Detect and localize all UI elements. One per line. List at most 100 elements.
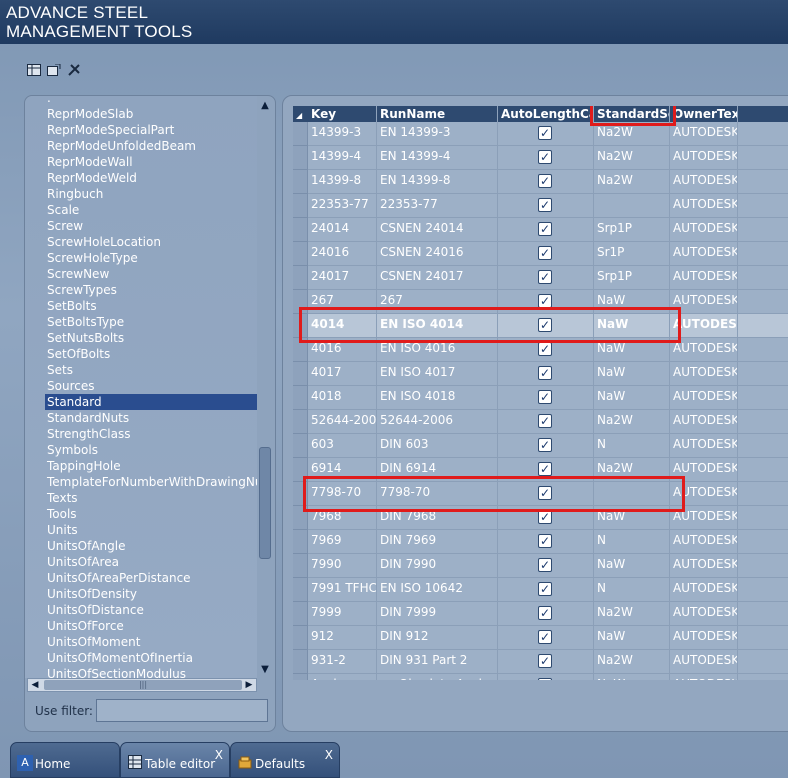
autolengthcalc-cell[interactable]: ✓ xyxy=(498,410,594,434)
checkbox[interactable]: ✓ xyxy=(538,198,552,212)
key-cell[interactable]: 14399-3 xyxy=(308,122,377,146)
autolengthcalc-cell[interactable]: ✓ xyxy=(498,218,594,242)
row-header[interactable] xyxy=(293,554,308,578)
checkbox[interactable]: ✓ xyxy=(538,342,552,356)
checkbox[interactable]: ✓ xyxy=(538,606,552,620)
table-row[interactable]: 24014 CSNEN 24014 ✓ Srp1P AUTODESK xyxy=(293,218,788,242)
set-cell[interactable]: Srp1P xyxy=(594,266,670,290)
sidebar-item[interactable]: SetBolts xyxy=(45,298,257,314)
owner-cell[interactable]: AUTODESK xyxy=(670,170,738,194)
checkbox[interactable]: ✓ xyxy=(538,678,552,680)
run-cell[interactable]: DIN 931 Part 2 xyxy=(377,650,498,674)
autolengthcalc-cell[interactable]: ✓ xyxy=(498,386,594,410)
run-cell[interactable]: zzzObsolete Anchor xyxy=(377,674,498,680)
sidebar-item[interactable]: UnitsOfDistance xyxy=(45,602,257,618)
sidebar-item[interactable]: Units xyxy=(45,522,257,538)
row-header[interactable] xyxy=(293,434,308,458)
checkbox[interactable]: ✓ xyxy=(538,222,552,236)
run-cell[interactable]: CSNEN 24017 xyxy=(377,266,498,290)
row-header[interactable] xyxy=(293,194,308,218)
key-cell[interactable]: 4018 xyxy=(308,386,377,410)
owner-cell[interactable]: AUTODESK xyxy=(670,650,738,674)
owner-cell[interactable]: AUTODESK xyxy=(670,242,738,266)
row-header[interactable] xyxy=(293,626,308,650)
owner-cell[interactable]: AUTODESK xyxy=(670,386,738,410)
scroll-thumb[interactable] xyxy=(259,447,271,559)
list-horizontal-scrollbar[interactable]: ◀ ||| ▶ xyxy=(27,678,257,692)
autolengthcalc-cell[interactable]: ✓ xyxy=(498,170,594,194)
owner-cell[interactable]: AUTODESK xyxy=(670,218,738,242)
sidebar-item[interactable]: UnitsOfDensity xyxy=(45,586,257,602)
key-cell[interactable]: 7991 TFHC xyxy=(308,578,377,602)
sidebar-item[interactable]: Tools xyxy=(45,506,257,522)
set-cell[interactable]: Na2W xyxy=(594,650,670,674)
autolengthcalc-cell[interactable]: ✓ xyxy=(498,242,594,266)
autolengthcalc-cell[interactable]: ✓ xyxy=(498,266,594,290)
sidebar-item[interactable]: ScrewHoleType xyxy=(45,250,257,266)
checkbox[interactable]: ✓ xyxy=(538,534,552,548)
table-row[interactable]: 7969 DIN 7969 ✓ N AUTODESK xyxy=(293,530,788,554)
key-cell[interactable]: 912 xyxy=(308,626,377,650)
row-header[interactable] xyxy=(293,242,308,266)
checkbox[interactable]: ✓ xyxy=(538,294,552,308)
run-cell[interactable]: 52644-2006 xyxy=(377,410,498,434)
autolengthcalc-cell[interactable]: ✓ xyxy=(498,122,594,146)
sidebar-item[interactable]: TappingHole xyxy=(45,458,257,474)
set-cell[interactable]: Srp1P xyxy=(594,218,670,242)
run-cell[interactable]: EN 14399-3 xyxy=(377,122,498,146)
autolengthcalc-cell[interactable]: ✓ xyxy=(498,626,594,650)
key-cell[interactable]: 24014 xyxy=(308,218,377,242)
table-row[interactable]: 7999 DIN 7999 ✓ Na2W AUTODESK xyxy=(293,602,788,626)
checkbox[interactable]: ✓ xyxy=(538,582,552,596)
list-vertical-scrollbar[interactable]: ▲ ▼ xyxy=(258,100,272,676)
owner-cell[interactable]: AUTODESK xyxy=(670,530,738,554)
tab-defaults[interactable]: Defaults X xyxy=(230,742,340,778)
set-cell[interactable]: Na2W xyxy=(594,410,670,434)
row-header[interactable] xyxy=(293,122,308,146)
run-cell[interactable]: EN ISO 4018 xyxy=(377,386,498,410)
autolengthcalc-cell[interactable]: ✓ xyxy=(498,578,594,602)
autolengthcalc-cell[interactable]: ✓ xyxy=(498,530,594,554)
owner-cell[interactable]: AUTODESK xyxy=(670,194,738,218)
key-cell[interactable]: 52644-2006 xyxy=(308,410,377,434)
key-cell[interactable]: 14399-4 xyxy=(308,146,377,170)
sidebar-item[interactable]: TemplateForNumberWithDrawingNumb xyxy=(45,474,257,490)
key-cell[interactable]: 7999 xyxy=(308,602,377,626)
sidebar-item[interactable]: Symbols xyxy=(45,442,257,458)
row-header[interactable] xyxy=(293,386,308,410)
autolengthcalc-cell[interactable]: ✓ xyxy=(498,194,594,218)
run-cell[interactable]: DIN 912 xyxy=(377,626,498,650)
owner-cell[interactable]: AUTODESK xyxy=(670,554,738,578)
sidebar-item[interactable]: UnitsOfSectionModulus xyxy=(45,666,257,678)
table-row[interactable]: 4017 EN ISO 4017 ✓ NaW AUTODESK xyxy=(293,362,788,386)
col-header-runname[interactable]: RunName xyxy=(377,106,498,122)
table-row[interactable]: 14399-3 EN 14399-3 ✓ Na2W AUTODESK xyxy=(293,122,788,146)
tools-icon[interactable] xyxy=(66,62,82,78)
sidebar-item[interactable]: Sources xyxy=(45,378,257,394)
autolengthcalc-cell[interactable]: ✓ xyxy=(498,674,594,680)
sidebar-item[interactable]: UnitsOfForce xyxy=(45,618,257,634)
checkbox[interactable]: ✓ xyxy=(538,462,552,476)
checkbox[interactable]: ✓ xyxy=(538,630,552,644)
set-cell[interactable]: N xyxy=(594,530,670,554)
sidebar-item[interactable]: StandardNuts xyxy=(45,410,257,426)
table-row[interactable]: 7990 DIN 7990 ✓ NaW AUTODESK xyxy=(293,554,788,578)
key-cell[interactable]: 4017 xyxy=(308,362,377,386)
export-icon[interactable] xyxy=(46,62,62,78)
row-header[interactable] xyxy=(293,170,308,194)
table-row[interactable]: 22353-77 22353-77 ✓ AUTODESK xyxy=(293,194,788,218)
owner-cell[interactable]: AUTODESK xyxy=(670,626,738,650)
sidebar-item[interactable]: UnitsOfMomentOfInertia xyxy=(45,650,257,666)
checkbox[interactable]: ✓ xyxy=(538,366,552,380)
sidebar-item[interactable]: Screw xyxy=(45,218,257,234)
table-icon[interactable] xyxy=(26,62,42,78)
run-cell[interactable]: 22353-77 xyxy=(377,194,498,218)
autolengthcalc-cell[interactable]: ✓ xyxy=(498,434,594,458)
row-header[interactable] xyxy=(293,578,308,602)
checkbox[interactable]: ✓ xyxy=(538,438,552,452)
run-cell[interactable]: EN 14399-4 xyxy=(377,146,498,170)
key-cell[interactable]: 7990 xyxy=(308,554,377,578)
owner-cell[interactable]: AUTODESK xyxy=(670,578,738,602)
sidebar-item[interactable]: Ringbuch xyxy=(45,186,257,202)
row-header[interactable] xyxy=(293,146,308,170)
